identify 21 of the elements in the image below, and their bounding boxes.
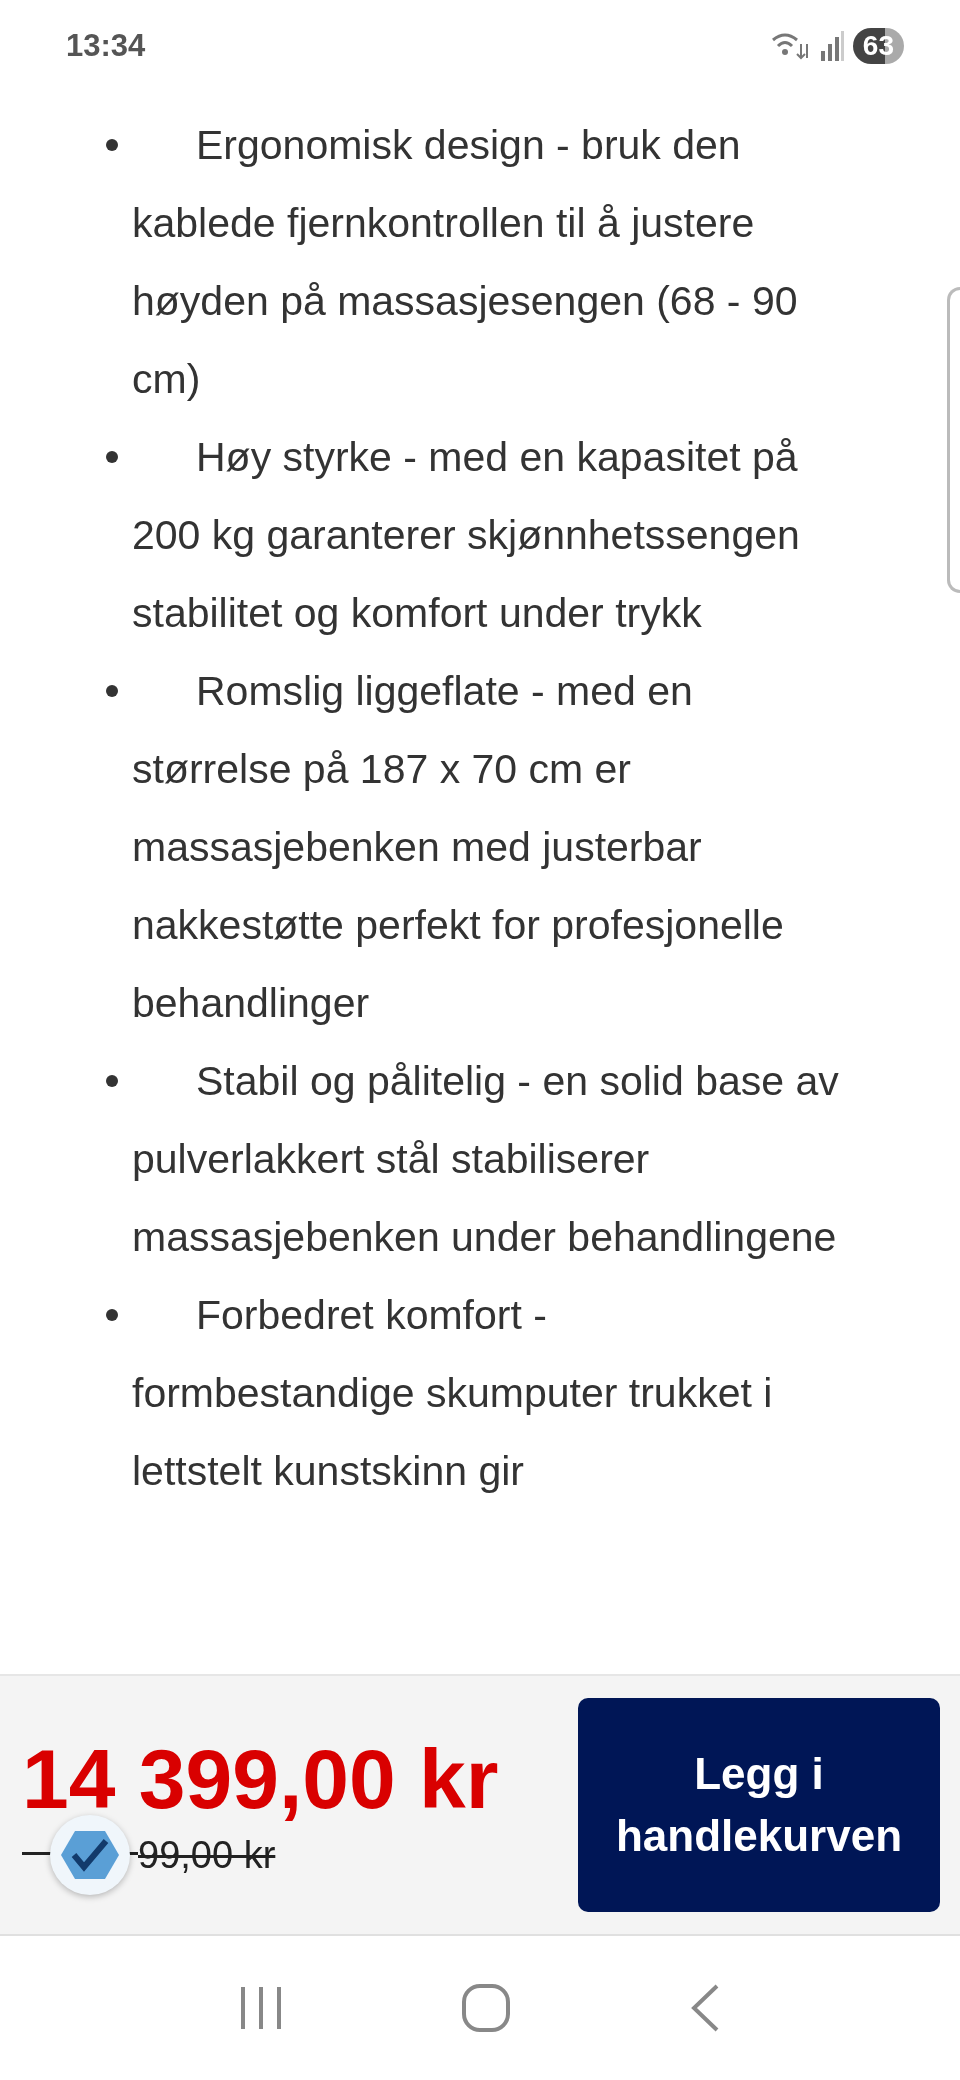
clock: 13:34	[66, 28, 146, 64]
back-icon[interactable]	[689, 1983, 721, 2033]
bullet-icon	[106, 451, 118, 463]
signal-icon	[818, 31, 845, 61]
sale-price: 14 399,00 kr	[22, 1733, 499, 1824]
original-price: 99,00 kr	[138, 1833, 276, 1877]
bullet-icon	[106, 139, 118, 151]
bullet-icon	[106, 685, 118, 697]
feature-text: Romslig liggeflate - med en størrelse på 187 x 70 cm er massasjebenken med justerbar nakkestøtte perfekt for profesjonelle behandlinger	[132, 667, 785, 1028]
trust-badge-icon[interactable]	[50, 1814, 130, 1895]
feature-text: Forbedret komfort - formbestandige skumputer trukket i lettstelt kunstskinn gir	[132, 1291, 774, 1496]
feature-text: Høy styrke - med en kapasitet på 200 kg garanterer skjønnhetssengen stabilitet og komfort under trykk	[132, 433, 801, 638]
recent-apps-icon[interactable]	[239, 1985, 283, 2031]
bullet-icon	[106, 1309, 118, 1321]
add-to-cart-button[interactable]: Legg i handlekurven	[578, 1698, 940, 1912]
home-icon[interactable]	[461, 1983, 511, 2033]
battery-indicator: 63	[852, 28, 904, 64]
feature-text: Stabil og pålitelig - en solid base av pulverlakkert stål stabiliserer massasjebenken under behandlingene	[132, 1057, 840, 1262]
bullet-icon	[106, 1075, 118, 1087]
feature-text: Ergonomisk design - bruk den kablede fjernkontrollen til å justere høyden på massasjesengen (68 - 90 cm)	[132, 121, 799, 404]
wifi-icon	[770, 30, 811, 62]
